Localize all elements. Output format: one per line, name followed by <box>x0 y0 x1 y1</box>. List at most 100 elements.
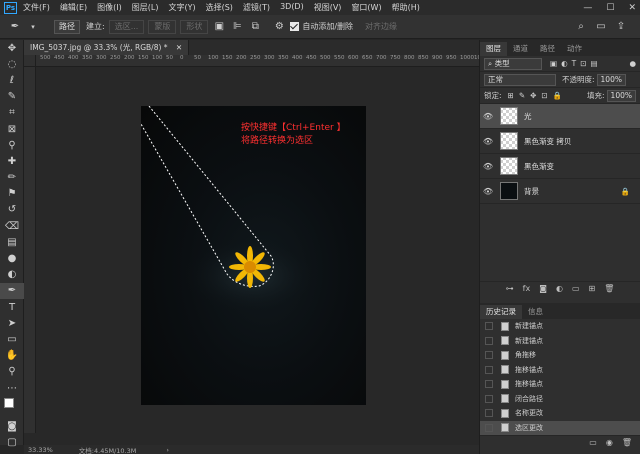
layer-row[interactable]: 👁 背景 🔒 <box>480 179 640 204</box>
history-brush-source-box[interactable] <box>485 423 493 432</box>
align-edges-label[interactable]: 对齐边缘 <box>365 21 397 32</box>
auto-add-delete-checkbox[interactable] <box>290 22 300 31</box>
visibility-eye-icon[interactable]: 👁 <box>480 187 496 196</box>
gear-icon[interactable]: ⚙ <box>272 20 286 34</box>
new-layer-icon[interactable]: ⊞ <box>589 284 596 293</box>
layers-tab-2[interactable]: 路径 <box>534 42 561 56</box>
brush-tool-icon[interactable]: ✏ <box>0 170 24 186</box>
menu-item-9[interactable]: 窗口(W) <box>351 2 381 13</box>
new-group-icon[interactable]: ▭ <box>572 284 580 293</box>
history-item[interactable]: 选区更改 <box>480 420 640 435</box>
new-document-icon[interactable]: ▭ <box>589 438 597 447</box>
close-tab-icon[interactable]: ✕ <box>176 43 182 52</box>
close-icon[interactable]: ✕ <box>628 3 636 13</box>
search-icon[interactable]: ⌕ <box>574 20 588 34</box>
adjustment-layer-icon[interactable]: ◐ <box>556 284 563 293</box>
move-tool-icon[interactable]: ✥ <box>0 40 24 56</box>
history-brush-tool-icon[interactable]: ↺ <box>0 202 24 218</box>
visibility-eye-icon[interactable]: 👁 <box>480 112 496 121</box>
layers-tab-0[interactable]: 图层 <box>480 42 507 56</box>
layer-row[interactable]: 👁 黑色渐变 拷贝 <box>480 129 640 154</box>
canvas-area[interactable]: 按快捷键【Ctrl+Enter 】 将路径转换为选区 <box>36 67 479 433</box>
path-alignment-icon[interactable]: ⊫ <box>230 20 244 34</box>
screen-mode-icon[interactable]: ▢ <box>0 434 24 450</box>
eyedropper-tool-icon[interactable]: ⚲ <box>0 137 24 153</box>
zoom-tool-icon[interactable]: ⚲ <box>0 364 24 380</box>
layers-tab-1[interactable]: 通道 <box>507 42 534 56</box>
pen-tool-icon[interactable]: ✒ <box>0 282 24 299</box>
path-arrangement-icon[interactable]: ⧉ <box>248 20 262 34</box>
pen-tool-icon[interactable]: ✒ <box>8 20 22 34</box>
layers-tab-3[interactable]: 动作 <box>561 42 588 56</box>
gradient-tool-icon[interactable]: ▤ <box>0 234 24 250</box>
delete-state-icon[interactable]: 🗑 <box>622 438 632 447</box>
eraser-tool-icon[interactable]: ⌫ <box>0 218 24 234</box>
history-brush-source-box[interactable] <box>485 394 493 403</box>
make-shape-button[interactable]: 形状 <box>180 19 209 34</box>
add-mask-icon[interactable]: ◙ <box>539 284 547 293</box>
layer-filter-select[interactable]: ⌕ 类型 <box>484 57 542 70</box>
workspace-icon[interactable]: ▭ <box>594 20 608 34</box>
history-item[interactable]: 拖移锚点 <box>480 377 640 392</box>
menu-item-1[interactable]: 编辑(E) <box>60 2 87 13</box>
menu-item-2[interactable]: 图像(I) <box>97 2 122 13</box>
menu-item-0[interactable]: 文件(F) <box>23 2 50 13</box>
layer-row[interactable]: 👁 光 <box>480 104 640 129</box>
history-item[interactable]: 新建锚点 <box>480 319 640 334</box>
history-item[interactable]: 新建锚点 <box>480 334 640 349</box>
history-item[interactable]: 角拖移 <box>480 348 640 363</box>
menu-item-6[interactable]: 滤镜(T) <box>243 2 270 13</box>
foreground-color-swatch[interactable] <box>4 398 14 409</box>
history-item[interactable]: 闭合路径 <box>480 392 640 407</box>
zoom-level[interactable]: 33.33% <box>28 446 53 454</box>
menu-item-10[interactable]: 帮助(H) <box>392 2 420 13</box>
menu-item-8[interactable]: 视图(V) <box>314 2 342 13</box>
make-mask-button[interactable]: 蒙版 <box>148 19 177 34</box>
lock-icons[interactable]: ⊞✎✥⊡🔒 <box>508 91 567 100</box>
history-item[interactable]: 名称更改 <box>480 406 640 421</box>
blur-tool-icon[interactable]: ● <box>0 250 24 266</box>
photo-canvas[interactable]: 按快捷键【Ctrl+Enter 】 将路径转换为选区 <box>141 106 366 405</box>
layer-row[interactable]: 👁 黑色渐变 <box>480 154 640 179</box>
more-tools-icon[interactable]: ⋯ <box>0 380 24 396</box>
quick-mask-icon[interactable]: ◙ <box>0 418 24 434</box>
history-brush-source-box[interactable] <box>485 351 493 360</box>
tool-mode-select[interactable]: 路径 <box>54 19 80 34</box>
history-brush-source-box[interactable] <box>485 365 493 374</box>
healing-brush-tool-icon[interactable]: ✚ <box>0 153 24 169</box>
path-operations-icon[interactable]: ▣ <box>212 20 226 34</box>
history-brush-source-box[interactable] <box>485 409 493 418</box>
color-swatches[interactable] <box>0 396 24 418</box>
menu-item-3[interactable]: 图层(L) <box>132 2 159 13</box>
menu-item-7[interactable]: 3D(D) <box>280 2 304 13</box>
share-icon[interactable]: ⇪ <box>614 20 628 34</box>
delete-layer-icon[interactable]: 🗑 <box>604 284 614 293</box>
fill-input[interactable]: 100% <box>606 89 636 102</box>
history-brush-source-box[interactable] <box>485 336 493 345</box>
path-selection-tool-icon[interactable]: ➤ <box>0 315 24 331</box>
history-tab-0[interactable]: 历史记录 <box>480 305 522 319</box>
history-brush-source-box[interactable] <box>485 322 493 331</box>
layer-filter-icons[interactable]: ▣◐T⊡▤ <box>550 59 602 68</box>
lasso-tool-icon[interactable]: ℓ <box>0 72 24 88</box>
minimize-icon[interactable]: — <box>583 3 592 13</box>
chevron-down-icon[interactable]: ▾ <box>26 20 40 34</box>
marquee-tool-icon[interactable]: ◌ <box>0 56 24 72</box>
clone-stamp-tool-icon[interactable]: ⚑ <box>0 186 24 202</box>
menu-item-4[interactable]: 文字(Y) <box>168 2 195 13</box>
quick-select-tool-icon[interactable]: ✎ <box>0 89 24 105</box>
chevron-right-icon[interactable]: › <box>166 446 169 454</box>
hand-tool-icon[interactable]: ✋ <box>0 348 24 364</box>
history-item[interactable]: 拖移锚点 <box>480 363 640 378</box>
snapshot-icon[interactable]: ◉ <box>606 438 613 447</box>
rectangle-tool-icon[interactable]: ▭ <box>0 331 24 347</box>
history-brush-source-box[interactable] <box>485 380 493 389</box>
type-tool-icon[interactable]: T <box>0 299 24 315</box>
history-tab-1[interactable]: 信息 <box>522 305 549 319</box>
menu-item-5[interactable]: 选择(S) <box>206 2 233 13</box>
crop-tool-icon[interactable]: ⌗ <box>0 105 24 121</box>
make-selection-button[interactable]: 选区... <box>108 19 145 34</box>
dodge-tool-icon[interactable]: ◐ <box>0 267 24 283</box>
filter-toggle-icon[interactable]: ● <box>629 59 636 68</box>
fx-icon[interactable]: fx <box>523 284 531 293</box>
